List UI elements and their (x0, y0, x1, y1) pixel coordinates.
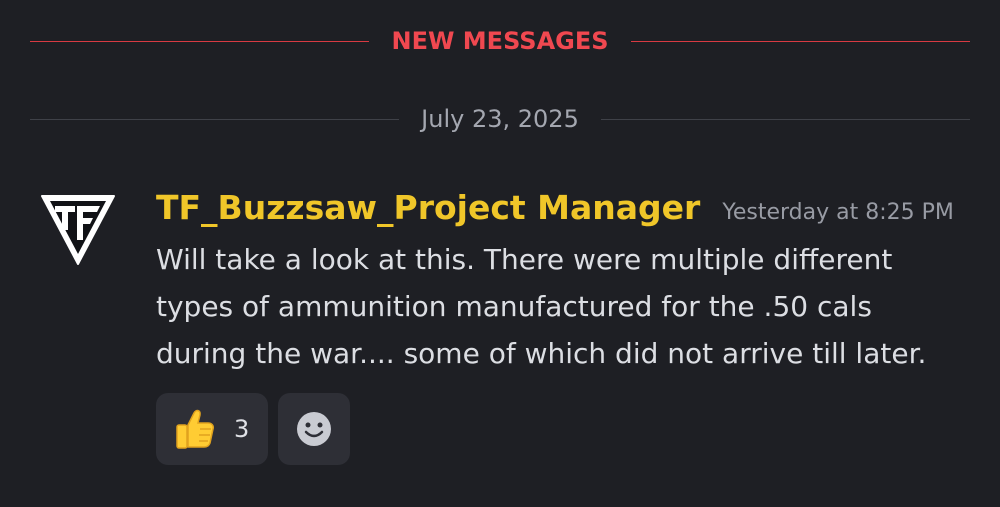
new-messages-divider: NEW MESSAGES (30, 24, 970, 58)
message-header: TF_Buzzsaw_Project Manager Yesterday at … (156, 188, 954, 227)
divider-line (630, 40, 970, 42)
reaction-thumbs-up[interactable]: 3 (156, 393, 268, 465)
message-content: Will take a look at this. There were mul… (156, 243, 927, 370)
add-reaction-button[interactable] (278, 393, 350, 465)
tf-logo-icon (41, 195, 115, 265)
divider-line (600, 118, 971, 120)
thumbs-up-icon (176, 409, 214, 449)
new-messages-label: NEW MESSAGES (391, 27, 609, 55)
reactions-bar: 3 (156, 393, 350, 465)
username[interactable]: TF_Buzzsaw_Project Manager (156, 188, 700, 227)
date-label: July 23, 2025 (421, 105, 579, 133)
divider-line (30, 40, 370, 42)
divider-line (30, 118, 400, 120)
chat-view: NEW MESSAGES July 23, 2025 TF_Buzzsaw_Pr… (0, 0, 1000, 507)
date-divider: July 23, 2025 (30, 102, 971, 136)
timestamp[interactable]: Yesterday at 8:25 PM (722, 200, 954, 225)
avatar[interactable] (38, 190, 118, 270)
smiley-icon (297, 412, 331, 446)
reaction-count: 3 (234, 415, 250, 443)
